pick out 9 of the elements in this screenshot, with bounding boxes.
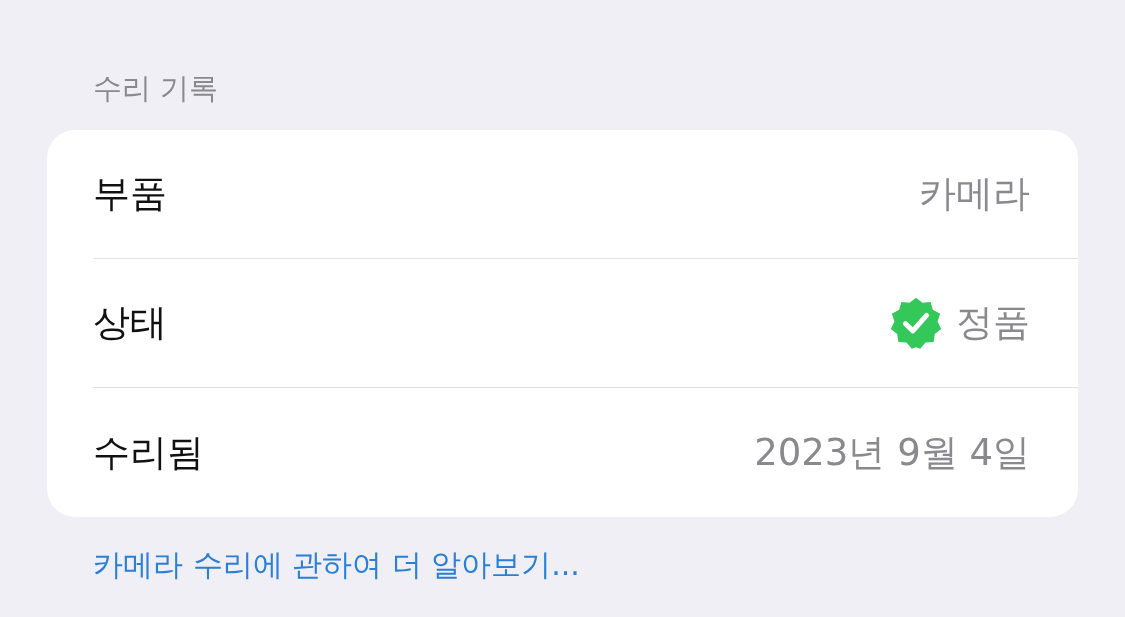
row-value: 정품: [956, 300, 1030, 346]
section-title: 수리 기록: [93, 70, 220, 107]
row-value: 카메라: [919, 171, 1030, 217]
row-label: 부품: [93, 171, 167, 217]
verified-badge-icon: [888, 295, 944, 351]
learn-more-link[interactable]: 카메라 수리에 관하여 더 알아보기...: [93, 545, 580, 586]
row-label: 수리됨: [93, 429, 204, 476]
row-value: 2023년 9월 4일: [754, 429, 1030, 476]
row-label: 상태: [93, 300, 167, 346]
